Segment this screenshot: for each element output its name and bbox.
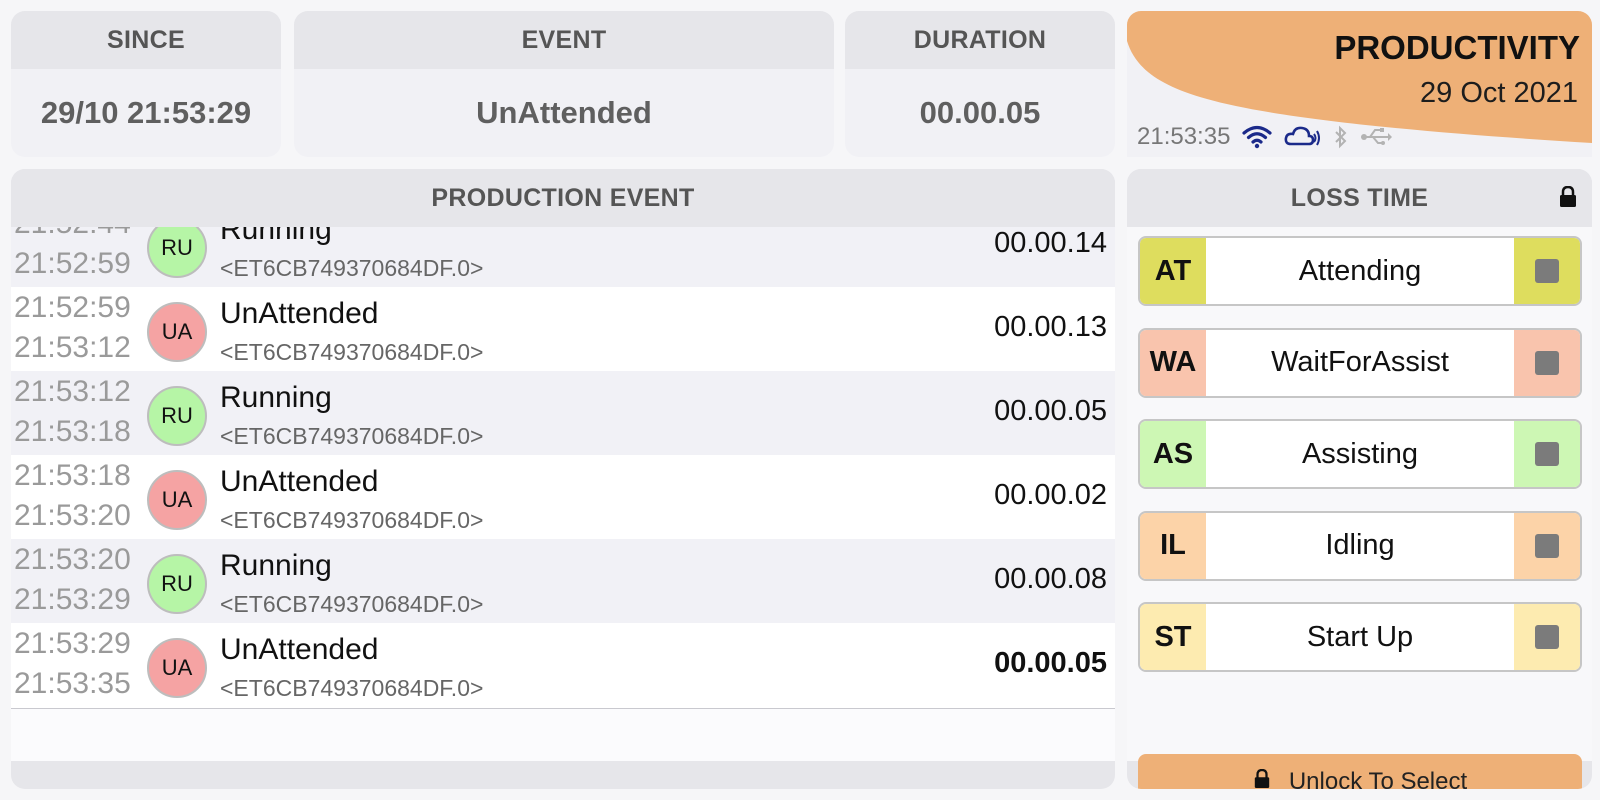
checkbox-square-icon <box>1535 533 1559 558</box>
table-row[interactable]: 21:53:29 21:53:35 UA UnAttended <ET6CB749370… <box>11 623 1115 709</box>
duration-label: DURATION <box>845 11 1115 69</box>
table-row[interactable]: 21:53:12 21:53:18 RU Running <ET6CB749370684… <box>11 371 1115 457</box>
checkbox-square-icon <box>1535 442 1559 466</box>
event-id: <ET6CB749370684DF.0> <box>220 507 484 533</box>
start-time: 21:52:44 <box>14 227 131 241</box>
status-bar: 21:53:35 <box>1137 123 1393 151</box>
event-code-badge: UA <box>147 302 207 362</box>
clock-time: 21:53:35 <box>1137 123 1231 150</box>
start-time: 21:52:59 <box>14 291 131 324</box>
event-duration: 00.00.05 <box>994 395 1107 427</box>
production-event-title: PRODUCTION EVENT <box>11 169 1115 227</box>
since-label: SINCE <box>11 11 281 69</box>
checkbox-square-icon <box>1535 259 1559 283</box>
start-time: 21:53:12 <box>14 375 131 408</box>
loss-label: Start Up <box>1306 620 1414 653</box>
loss-code: IL <box>1140 512 1206 579</box>
event-name: UnAttended <box>220 633 379 666</box>
loss-label: Attending <box>1298 254 1422 287</box>
loss-time-title: LOSS TIME <box>1127 169 1592 227</box>
event-duration: 00.00.14 <box>994 227 1107 259</box>
lock-icon <box>1253 768 1271 789</box>
checkbox[interactable] <box>1514 238 1580 304</box>
event-code-badge: RU <box>147 554 207 614</box>
loss-code: AT <box>1140 238 1206 304</box>
loss-time-item-il[interactable]: IL Idling <box>1138 510 1582 581</box>
duration-value: 00.00.05 <box>919 95 1041 130</box>
checkbox[interactable] <box>1514 421 1580 487</box>
start-time: 21:53:29 <box>14 627 131 660</box>
table-row[interactable]: 21:53:18 21:53:20 UA UnAttended <ET6CB749370… <box>11 455 1115 541</box>
event-duration: 00.00.13 <box>994 311 1107 343</box>
since-card: SINCE 29/10 21:53:29 <box>11 11 281 157</box>
checkbox[interactable] <box>1514 604 1580 670</box>
table-row[interactable]: 21:52:59 21:53:12 UA UnAttended <ET6CB749370… <box>11 287 1115 373</box>
event-name: UnAttended <box>220 297 379 330</box>
loss-code: AS <box>1140 421 1206 487</box>
checkbox[interactable] <box>1514 329 1580 396</box>
event-name: Running <box>220 381 332 414</box>
event-name: Running <box>220 549 332 582</box>
bluetooth-icon <box>1334 125 1348 149</box>
event-id: <ET6CB749370684DF.0> <box>220 339 484 365</box>
end-time: 21:53:35 <box>14 667 131 700</box>
loss-code: ST <box>1140 604 1206 670</box>
event-code-badge: UA <box>147 638 207 698</box>
event-id: <ET6CB749370684DF.0> <box>220 591 484 617</box>
event-duration: 00.00.05 <box>994 647 1107 679</box>
checkbox-square-icon <box>1535 625 1559 649</box>
table-row[interactable]: 21:53:20 21:53:29 RU Running <ET6CB749370684… <box>11 539 1115 625</box>
production-event-panel: PRODUCTION EVENT 21:52:44 21:52:59 RU Runni… <box>11 169 1115 789</box>
loss-time-item-at[interactable]: AT Attending <box>1138 236 1582 306</box>
event-duration: 00.00.02 <box>994 479 1107 511</box>
event-id: <ET6CB749370684DF.0> <box>220 675 484 701</box>
loss-label: WaitForAssist <box>1271 346 1449 378</box>
production-event-list[interactable]: 21:52:44 21:52:59 RU Running <ET6CB749370684… <box>11 227 1115 761</box>
productivity-header: PRODUCTIVITY 29 Oct 2021 21:53:35 <box>1127 11 1592 157</box>
end-time: 21:53:18 <box>14 415 131 448</box>
loss-label: Idling <box>1325 529 1395 561</box>
event-code-badge: UA <box>147 470 207 530</box>
event-duration: 00.00.08 <box>994 563 1107 595</box>
loss-time-item-st[interactable]: ST Start Up <box>1138 602 1582 672</box>
event-id: <ET6CB749370684DF.0> <box>220 423 484 449</box>
loss-time-item-wa[interactable]: WA WaitForAssist <box>1138 327 1582 398</box>
end-time: 21:53:12 <box>14 331 131 364</box>
productivity-date: 29 Oct 2021 <box>1420 77 1578 109</box>
start-time: 21:53:18 <box>14 459 131 492</box>
start-time: 21:53:20 <box>14 543 131 576</box>
loss-label: Assisting <box>1301 437 1419 470</box>
loss-time-panel: LOSS TIME Unlock To Select AT Attending WA… <box>1127 169 1592 789</box>
productivity-title: PRODUCTIVITY <box>1334 29 1580 66</box>
usb-icon <box>1360 125 1393 149</box>
event-code-badge: RU <box>147 227 207 278</box>
lock-icon <box>1558 185 1578 213</box>
end-time: 21:53:29 <box>14 583 131 616</box>
event-value: UnAttended <box>476 95 652 130</box>
event-name: UnAttended <box>220 465 379 498</box>
end-time: 21:53:20 <box>14 499 131 532</box>
event-name: Running <box>220 227 332 246</box>
loss-time-item-as[interactable]: AS Assisting <box>1138 419 1582 489</box>
cloud-icon <box>1284 125 1322 149</box>
since-value: 29/10 21:53:29 <box>40 95 252 130</box>
loss-time-list: Unlock To Select AT Attending WA WaitForAss… <box>1127 227 1592 789</box>
event-id: <ET6CB749370684DF.0> <box>220 255 484 281</box>
event-label: EVENT <box>294 11 834 69</box>
end-time: 21:52:59 <box>14 247 131 280</box>
unlock-to-select-button[interactable]: Unlock To Select <box>1138 754 1582 789</box>
event-card: EVENT UnAttended <box>294 11 834 157</box>
event-code-badge: RU <box>147 386 207 446</box>
checkbox-square-icon <box>1535 350 1559 375</box>
unlock-button-label: Unlock To Select <box>1288 768 1468 789</box>
loss-code: WA <box>1140 329 1206 396</box>
checkbox[interactable] <box>1514 512 1580 579</box>
table-row[interactable]: 21:52:44 21:52:59 RU Running <ET6CB749370684… <box>11 227 1115 289</box>
wifi-icon <box>1242 125 1273 149</box>
duration-card: DURATION 00.00.05 <box>845 11 1115 157</box>
